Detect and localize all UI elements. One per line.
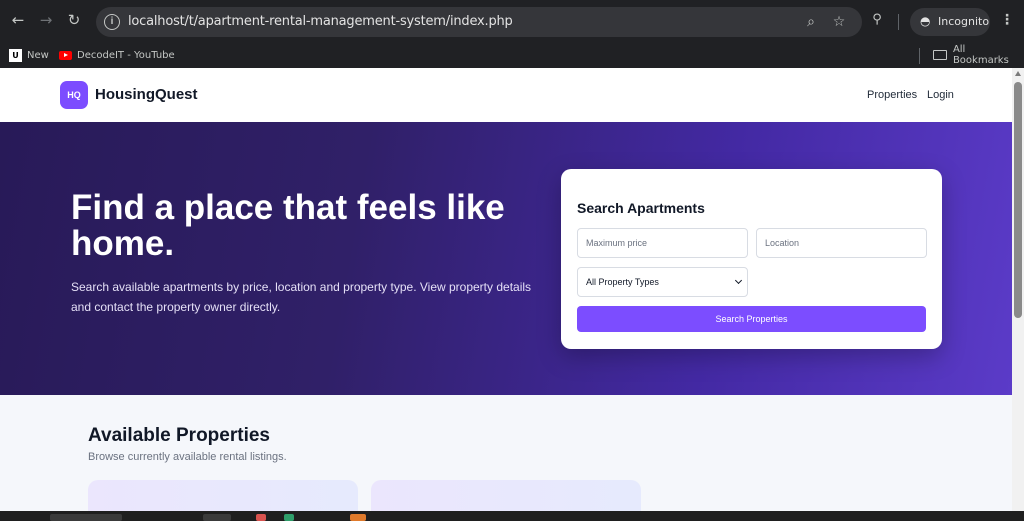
taskbar-item[interactable]	[350, 514, 366, 521]
youtube-icon	[59, 50, 72, 60]
property-type-value: All Property Types	[586, 277, 659, 287]
max-price-input[interactable]: Maximum price	[577, 228, 748, 258]
section-subtitle: Browse currently available rental listin…	[88, 451, 287, 463]
scrollbar-thumb[interactable]	[1014, 82, 1022, 318]
bookmark-new[interactable]: U New	[9, 46, 49, 64]
property-card[interactable]	[371, 480, 641, 511]
taskbar-item[interactable]	[50, 514, 122, 521]
os-taskbar	[0, 511, 1024, 521]
chevron-down-icon	[734, 276, 743, 285]
brand-name[interactable]: HousingQuest	[95, 86, 198, 103]
hero-title: Find a place that feels like home.	[71, 188, 505, 263]
reload-icon[interactable]: ↻	[64, 10, 84, 30]
search-card: Search Apartments Maximum price Location…	[561, 169, 942, 349]
zoom-icon[interactable]: ⌕	[802, 13, 820, 31]
address-bar[interactable]: i localhost/t/apartment-rental-managemen…	[96, 7, 862, 37]
all-bookmarks[interactable]: All Bookmarks	[933, 44, 1024, 66]
toolbar-divider	[898, 14, 899, 30]
site-info-icon[interactable]: i	[104, 14, 120, 30]
location-input[interactable]: Location	[756, 228, 927, 258]
new-page-icon: U	[9, 48, 22, 62]
bookmark-youtube[interactable]: DecodeIT - YouTube	[59, 46, 175, 64]
taskbar-item[interactable]	[256, 514, 266, 521]
url-text[interactable]: localhost/t/apartment-rental-management-…	[128, 14, 513, 29]
taskbar-item[interactable]	[284, 514, 294, 521]
folder-icon	[933, 50, 947, 60]
section-title: Available Properties	[88, 425, 270, 446]
bookmark-label: DecodeIT - YouTube	[77, 49, 175, 61]
extensions-icon[interactable]: ⚲	[868, 12, 886, 30]
logo-badge[interactable]: HQ	[60, 81, 88, 109]
nav-link-properties[interactable]: Properties	[867, 89, 917, 101]
forward-arrow-icon[interactable]: →	[36, 10, 56, 30]
property-card[interactable]	[88, 480, 358, 511]
back-arrow-icon[interactable]: ←	[8, 10, 28, 30]
bookmarks-bar: U New DecodeIT - YouTube All Bookmarks	[0, 44, 1024, 68]
scroll-up-icon[interactable]	[1015, 71, 1021, 76]
search-card-title: Search Apartments	[577, 200, 705, 216]
incognito-label: Incognito	[938, 15, 990, 28]
browser-menu-icon[interactable]: ⋮	[1000, 12, 1014, 28]
search-properties-button[interactable]: Search Properties	[577, 306, 926, 332]
page-viewport: HQ HousingQuest Properties Login Find a …	[0, 68, 1012, 511]
hero-section: Find a place that feels like home. Searc…	[0, 122, 1012, 395]
bookmarks-divider	[919, 48, 920, 64]
all-bookmarks-label: All Bookmarks	[952, 44, 1009, 66]
nav-link-login[interactable]: Login	[927, 89, 954, 101]
incognito-icon: ◓	[920, 14, 931, 28]
bookmark-star-icon[interactable]: ☆	[830, 13, 848, 31]
hero-subtitle: Search available apartments by price, lo…	[71, 280, 532, 314]
bookmark-label: New	[27, 49, 49, 61]
property-type-select[interactable]: All Property Types	[577, 267, 748, 297]
site-header: HQ HousingQuest Properties Login	[0, 68, 1012, 122]
taskbar-item[interactable]	[203, 514, 231, 521]
page-scrollbar[interactable]	[1012, 68, 1024, 511]
browser-toolbar: ← → ↻ i localhost/t/apartment-rental-man…	[0, 0, 1024, 44]
incognito-indicator[interactable]: ◓ Incognito	[910, 8, 990, 36]
